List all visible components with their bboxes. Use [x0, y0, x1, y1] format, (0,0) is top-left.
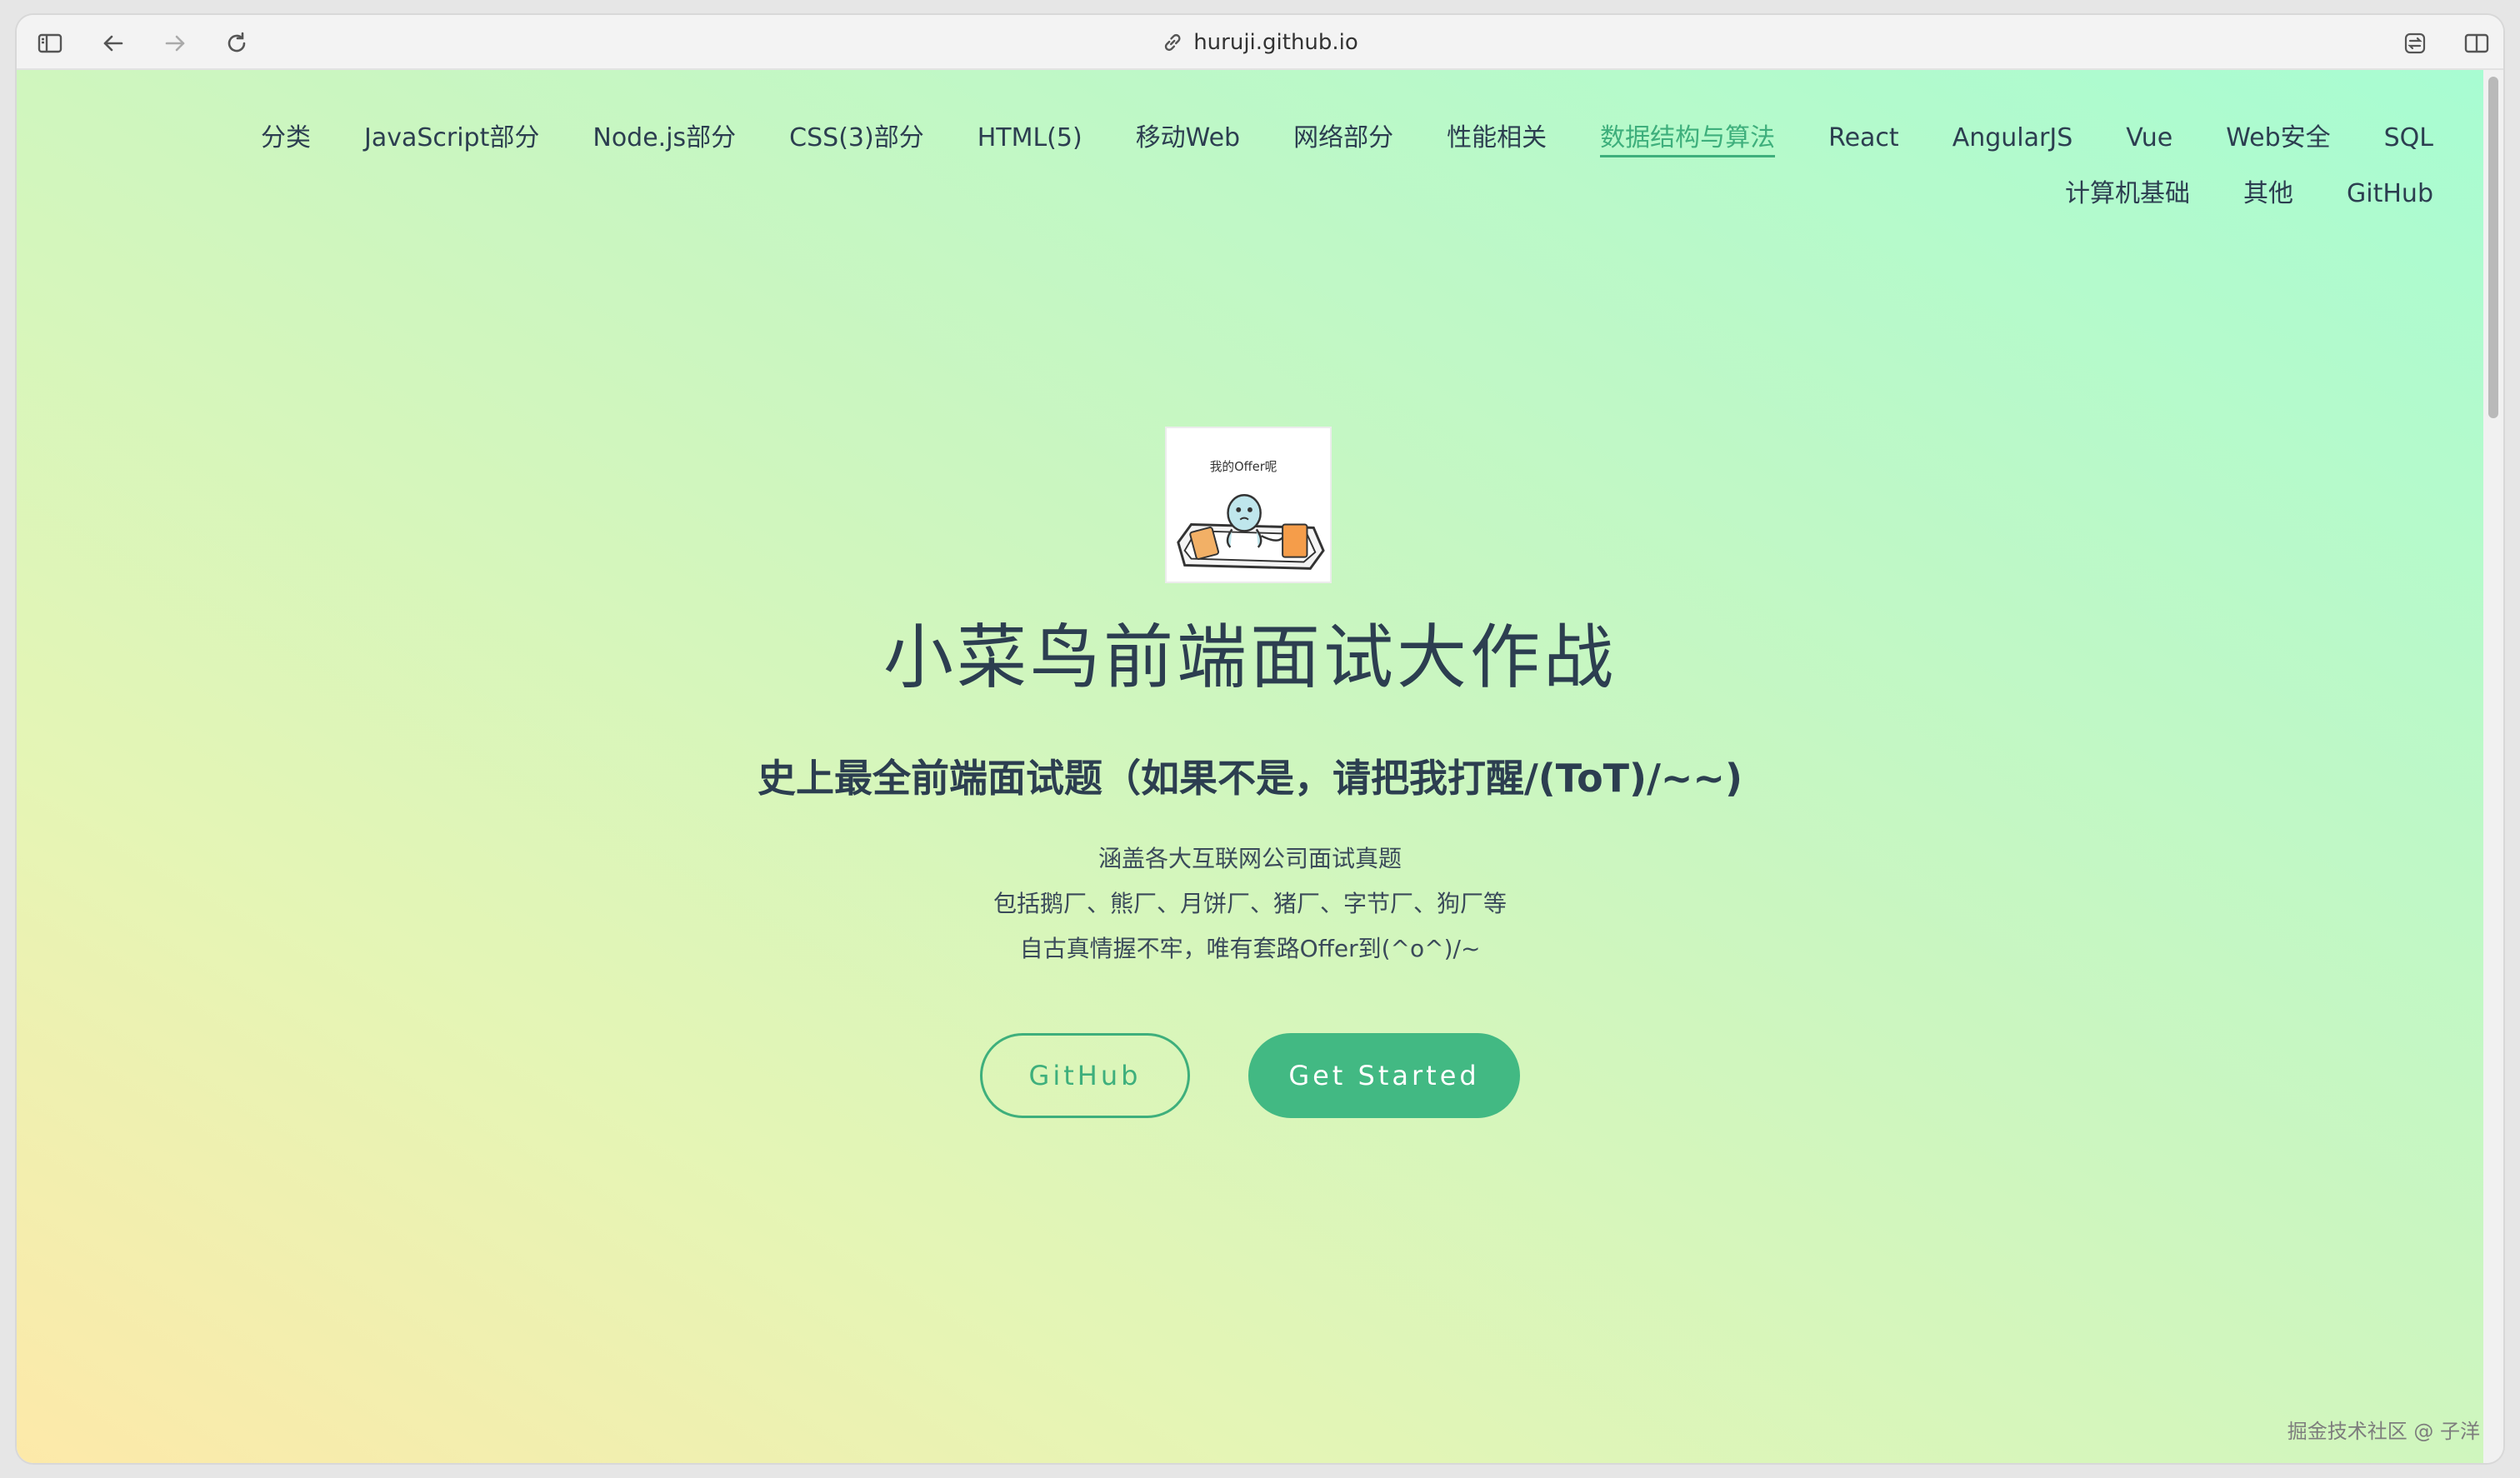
page-title: 小菜鸟前端面试大作战	[882, 617, 1617, 698]
sad-mascot-illustration: 我的Offer呢	[1167, 428, 1330, 582]
nav-item[interactable]: 网络部分	[1293, 122, 1393, 157]
description-line: 涵盖各大互联网公司面试真题	[1098, 845, 1402, 872]
scrollbar-thumb[interactable]	[2488, 77, 2498, 418]
browser-toolbar: huruji.github.io	[17, 15, 2503, 70]
top-nav: 分类 JavaScript部分 Node.js部分 CSS(3)部分 HTML(5) 移动…	[183, 122, 2433, 211]
nav-row-1: 分类 JavaScript部分 Node.js部分 CSS(3)部分 HTML(5) 移动…	[183, 122, 2433, 157]
nav-item[interactable]: CSS(3)部分	[789, 122, 924, 157]
address-bar[interactable]: huruji.github.io	[1162, 27, 1358, 58]
watermark: 掘金技术社区 @ 子洋	[2287, 1420, 2480, 1443]
hero-image: 我的Offer呢	[1165, 427, 1332, 583]
description-line: 自古真情握不牢，唯有套路Offer到(^o^)/~	[1019, 935, 1481, 962]
nav-item[interactable]: HTML(5)	[978, 122, 1082, 157]
nav-item[interactable]: SQL	[2384, 122, 2433, 157]
browser-window: huruji.github.io 分类 JavaScript部分 Node.js部分…	[17, 15, 2503, 1463]
nav-item[interactable]: 数据结构与算法	[1600, 122, 1776, 157]
tagline: 史上最全前端面试题（如果不是，请把我打醒/(ToT)/~~)	[757, 756, 1742, 801]
page-content: 分类 JavaScript部分 Node.js部分 CSS(3)部分 HTML(5) 移动…	[17, 70, 2483, 1463]
split-view-icon[interactable]	[2462, 28, 2492, 58]
github-button[interactable]: GitHub	[980, 1033, 1190, 1118]
back-arrow-icon[interactable]	[98, 28, 128, 58]
nav-item[interactable]: 计算机基础	[2065, 177, 2190, 211]
get-started-button[interactable]: Get Started	[1248, 1033, 1520, 1118]
description-line: 包括鹅厂、熊厂、月饼厂、猪厂、字节厂、狗厂等	[992, 890, 1507, 917]
url-text: huruji.github.io	[1193, 30, 1358, 55]
scrollbar[interactable]	[2483, 70, 2503, 1463]
nav-item[interactable]: React	[1828, 122, 1899, 157]
sidebar-toggle-icon[interactable]	[35, 28, 65, 58]
nav-item[interactable]: 性能相关	[1447, 122, 1547, 157]
nav-item[interactable]: AngularJS	[1952, 122, 2073, 157]
nav-row-2: 计算机基础 其他 GitHub	[183, 177, 2433, 211]
nav-item[interactable]: JavaScript部分	[364, 122, 539, 157]
hero-image-caption: 我的Offer呢	[1210, 460, 1278, 474]
nav-item[interactable]: 其他	[2243, 177, 2293, 211]
nav-item[interactable]: Vue	[2126, 122, 2172, 157]
hero-buttons: GitHub Get Started	[17, 1033, 2483, 1118]
nav-item[interactable]: Web安全	[2226, 122, 2330, 157]
translate-icon[interactable]	[2400, 28, 2430, 58]
description: 涵盖各大互联网公司面试真题 包括鹅厂、熊厂、月饼厂、猪厂、字节厂、狗厂等 自古真…	[17, 836, 2483, 971]
nav-item[interactable]: 分类	[261, 122, 311, 157]
nav-item[interactable]: 移动Web	[1136, 122, 1240, 157]
reload-icon[interactable]	[222, 28, 252, 58]
forward-arrow-icon[interactable]	[160, 28, 190, 58]
nav-item[interactable]: GitHub	[2347, 177, 2433, 211]
nav-item[interactable]: Node.js部分	[592, 122, 736, 157]
link-icon	[1164, 33, 1181, 52]
